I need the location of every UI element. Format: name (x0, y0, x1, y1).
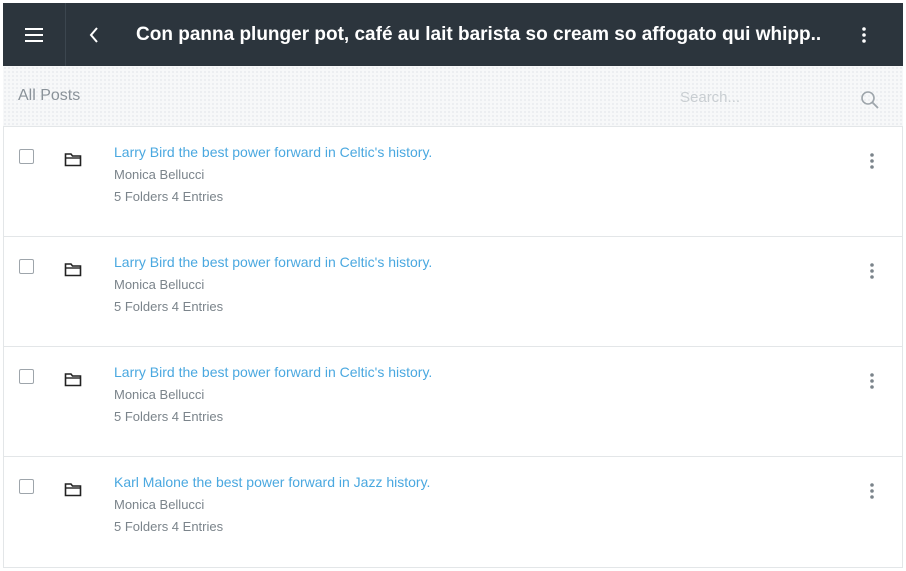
row-title-link[interactable]: Karl Malone the best power forward in Ja… (114, 474, 430, 490)
row-more-button[interactable] (860, 147, 884, 175)
chevron-left-icon (89, 26, 98, 43)
row-meta: 5 Folders 4 Entries (114, 409, 224, 424)
list-item: Karl Malone the best power forward in Ja… (4, 457, 902, 566)
row-meta: 5 Folders 4 Entries (114, 519, 224, 534)
app: Con panna plunger pot, café au lait bari… (3, 3, 903, 568)
row-author: Monica Bellucci (114, 387, 205, 402)
hamburger-menu-icon (25, 27, 43, 42)
list-item: Larry Bird the best power forward in Cel… (4, 127, 902, 237)
page-title: Con panna plunger pot, café au lait bari… (136, 24, 822, 45)
list-item: Larry Bird the best power forward in Cel… (4, 347, 902, 457)
row-checkbox[interactable] (19, 479, 34, 494)
row-author: Monica Bellucci (114, 497, 205, 512)
folder-icon (64, 373, 82, 387)
row-checkbox[interactable] (19, 259, 34, 274)
row-author: Monica Bellucci (114, 277, 205, 292)
row-more-button[interactable] (860, 367, 884, 395)
search-icon[interactable] (860, 90, 880, 110)
row-meta: 5 Folders 4 Entries (114, 299, 224, 314)
vertical-dots-icon (870, 153, 874, 169)
more-options-button[interactable] (846, 3, 882, 66)
folder-icon (64, 263, 82, 277)
vertical-dots-icon (870, 263, 874, 279)
vertical-dots-icon (870, 373, 874, 389)
list-item: Larry Bird the best power forward in Cel… (4, 237, 902, 347)
row-checkbox[interactable] (19, 149, 34, 164)
breadcrumb[interactable]: All Posts (18, 66, 80, 126)
row-meta: 5 Folders 4 Entries (114, 189, 224, 204)
menu-button[interactable] (3, 3, 65, 66)
row-title-link[interactable]: Larry Bird the best power forward in Cel… (114, 254, 432, 270)
row-author: Monica Bellucci (114, 167, 205, 182)
folder-icon (64, 483, 82, 497)
row-title-link[interactable]: Larry Bird the best power forward in Cel… (114, 144, 432, 160)
row-more-button[interactable] (860, 477, 884, 505)
row-checkbox[interactable] (19, 369, 34, 384)
row-title-link[interactable]: Larry Bird the best power forward in Cel… (114, 364, 432, 380)
posts-list: Larry Bird the best power forward in Cel… (3, 126, 903, 568)
row-more-button[interactable] (860, 257, 884, 285)
vertical-dots-icon (870, 483, 874, 499)
back-button[interactable] (66, 3, 122, 66)
search-input[interactable] (678, 83, 852, 111)
folder-icon (64, 153, 82, 167)
vertical-dots-icon (862, 26, 866, 43)
toolbar: All Posts (3, 66, 903, 126)
top-app-bar: Con panna plunger pot, café au lait bari… (3, 3, 903, 66)
